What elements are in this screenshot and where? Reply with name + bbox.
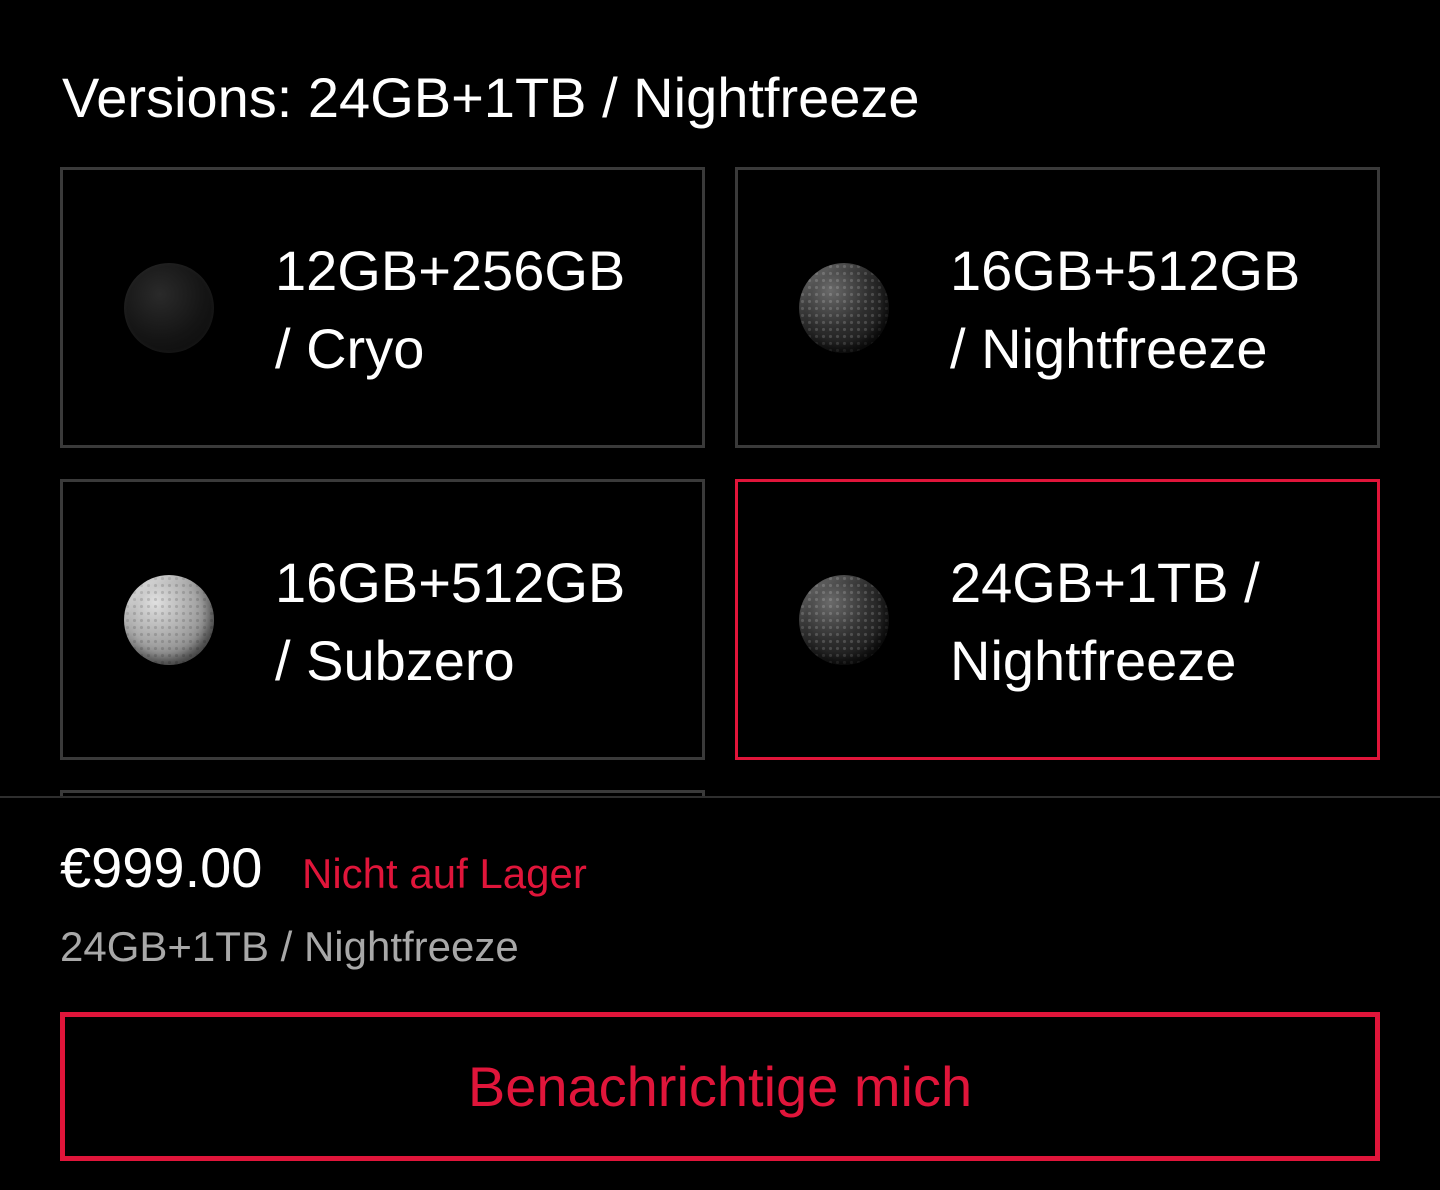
version-option-label-line1: 16GB+512GB <box>950 239 1301 302</box>
version-option-label: 12GB+256GB / Cryo <box>275 232 675 388</box>
version-option-label-line1: 16GB+512GB <box>275 551 626 614</box>
stock-status: Nicht auf Lager <box>302 850 587 897</box>
version-option-16gb-512gb-nightfreeze[interactable]: 16GB+512GB / Nightfreeze <box>735 167 1380 448</box>
selected-variant-summary: 24GB+1TB / Nightfreeze <box>60 923 519 970</box>
footer-divider <box>0 796 1440 798</box>
versions-title: Versions: 24GB+1TB / Nightfreeze <box>62 66 920 129</box>
version-option-12gb-256gb-cryo[interactable]: 12GB+256GB / Cryo <box>60 167 705 448</box>
version-option-label: 16GB+512GB / Subzero <box>275 544 675 700</box>
price: €999.00 <box>60 836 263 899</box>
subzero-color-swatch-icon <box>124 575 214 665</box>
notify-me-button[interactable]: Benachrichtige mich <box>60 1012 1380 1161</box>
version-option-16gb-512gb-subzero[interactable]: 16GB+512GB / Subzero <box>60 479 705 760</box>
nightfreeze-color-swatch-icon <box>799 575 889 665</box>
version-option-24gb-1tb-nightfreeze[interactable]: 24GB+1TB / Nightfreeze <box>735 479 1380 760</box>
nightfreeze-color-swatch-icon <box>799 263 889 353</box>
version-option-label: 16GB+512GB / Nightfreeze <box>950 232 1350 388</box>
version-option-label-line2: / Nightfreeze <box>950 317 1268 380</box>
version-option-label-line1: 12GB+256GB <box>275 239 626 302</box>
version-grid: 12GB+256GB / Cryo 16GB+512GB / Nightfree… <box>60 167 1380 797</box>
version-option-label: 24GB+1TB / Nightfreeze <box>950 544 1350 700</box>
version-option-label-line2: Nightfreeze <box>950 629 1237 692</box>
version-option-label-line2: / Cryo <box>275 317 425 380</box>
version-option-label-line2: / Subzero <box>275 629 515 692</box>
cryo-color-swatch-icon <box>124 263 214 353</box>
version-option-label-line1: 24GB+1TB / <box>950 551 1260 614</box>
